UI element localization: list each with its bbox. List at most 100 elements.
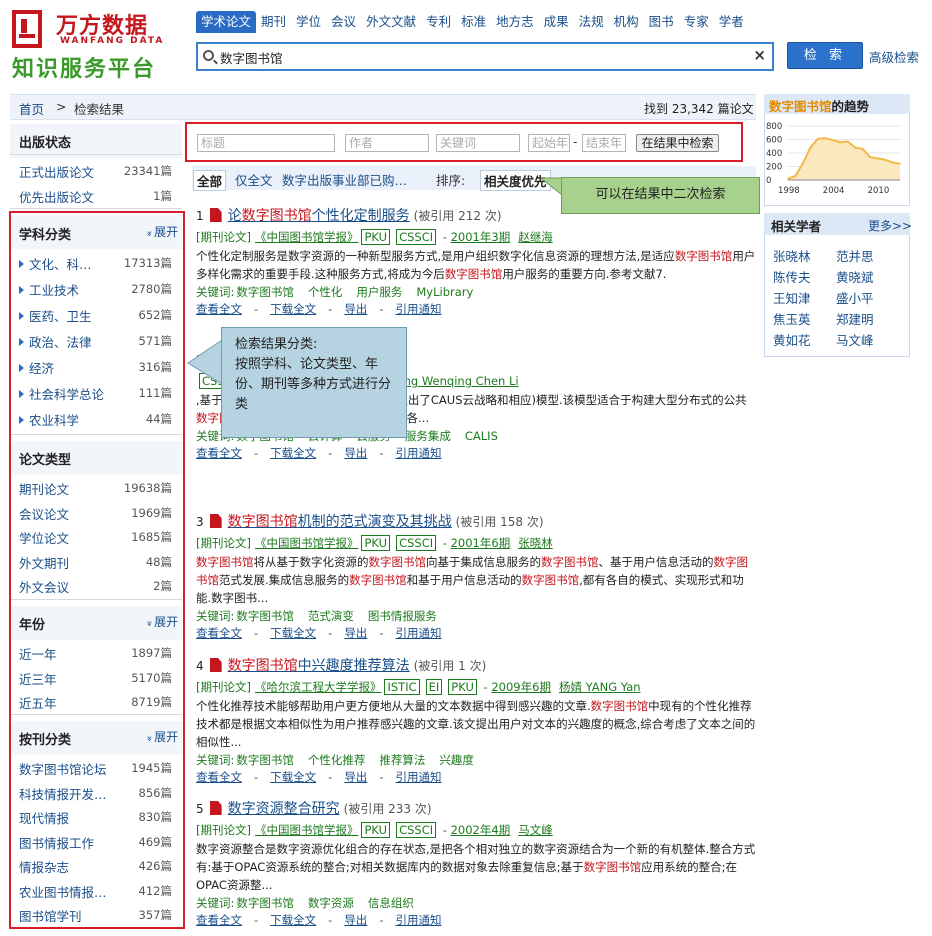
issue-link[interactable]: 2009年6期 — [491, 680, 551, 694]
keyword-link[interactable]: 个性化 — [308, 285, 343, 299]
view-fulltext-link[interactable]: 查看全文 — [196, 446, 242, 460]
view-fulltext-link[interactable]: 查看全文 — [196, 770, 242, 784]
citation-alert-link[interactable]: 引用通知 — [395, 913, 441, 927]
tab-12[interactable]: 专家 — [679, 11, 714, 33]
search-button[interactable]: 检 索 — [787, 42, 863, 69]
breadcrumb-home[interactable]: 首页 — [19, 99, 44, 118]
index-badge[interactable]: CSSCI — [396, 822, 437, 838]
index-badge[interactable]: PKU — [361, 822, 391, 838]
download-fulltext-link[interactable]: 下载全文 — [270, 770, 316, 784]
scholar-name-link[interactable]: 范并思 — [836, 246, 874, 265]
keyword-link[interactable]: 信息组织 — [368, 896, 414, 910]
index-badge[interactable]: PKU — [448, 679, 477, 695]
keyword-link[interactable]: MyLibrary — [416, 285, 473, 299]
index-badge[interactable]: PKU — [361, 229, 391, 245]
result-title-link[interactable]: 数字资源整合研究 — [228, 801, 340, 817]
scholars-more-link[interactable]: 更多>> — [868, 217, 912, 234]
keyword-link[interactable]: 推荐算法 — [379, 753, 425, 767]
clear-icon[interactable]: × — [753, 46, 766, 64]
filter-author-input[interactable]: 作者 — [345, 134, 429, 152]
keyword-link[interactable]: 用户服务 — [356, 285, 402, 299]
download-fulltext-link[interactable]: 下载全文 — [270, 913, 316, 927]
keyword-link[interactable]: 数字图书馆 — [236, 609, 294, 623]
citation-alert-link[interactable]: 引用通知 — [395, 446, 441, 460]
search-input[interactable] — [220, 47, 740, 67]
filter-title-input[interactable]: 标题 — [197, 134, 335, 152]
filter-end-year-input[interactable]: 结束年 — [582, 134, 626, 152]
advanced-search-link[interactable]: 高级检索 — [869, 47, 919, 66]
export-link[interactable]: 导出 — [344, 913, 367, 927]
tab-8[interactable]: 成果 — [539, 11, 574, 33]
status-item[interactable]: 优先出版论文 — [19, 187, 94, 206]
journal-link[interactable]: 《哈尔滨工程大学学报》 — [255, 680, 382, 694]
author-link[interactable]: 杨婧 YANG Yan — [559, 680, 641, 694]
pdf-icon[interactable] — [209, 514, 222, 528]
issue-link[interactable]: 2001年6期 — [451, 536, 511, 550]
export-link[interactable]: 导出 — [344, 626, 367, 640]
journal-link[interactable]: 《中国图书馆学报》 — [255, 823, 359, 837]
trend-chart[interactable]: 800 600 400 200 0 1998 2004 2010 — [764, 116, 910, 204]
view-fulltext-link[interactable]: 查看全文 — [196, 626, 242, 640]
tab-4[interactable]: 外文文献 — [361, 11, 421, 33]
result-title-link[interactable]: 论数字图书馆个性化定制服务 — [228, 208, 410, 224]
pdf-icon[interactable] — [209, 208, 222, 222]
scholar-name-link[interactable]: 马文峰 — [836, 330, 874, 349]
tab-2[interactable]: 学位 — [291, 11, 326, 33]
index-badge[interactable]: EI — [425, 679, 443, 695]
index-badge[interactable]: CSSCI — [396, 535, 437, 551]
tab-0[interactable]: 学术论文 — [196, 11, 257, 33]
export-link[interactable]: 导出 — [344, 770, 367, 784]
index-badge[interactable]: CSSCI — [396, 229, 437, 245]
search-within-results-button[interactable]: 在结果中检索 — [636, 134, 719, 152]
keyword-link[interactable]: 数字图书馆 — [236, 753, 294, 767]
download-fulltext-link[interactable]: 下载全文 — [270, 302, 316, 316]
index-badge[interactable]: ISTIC — [384, 679, 420, 695]
filter-start-year-input[interactable]: 起始年 — [528, 134, 570, 152]
scholar-name-link[interactable]: 焦玉英 — [773, 309, 811, 328]
download-fulltext-link[interactable]: 下载全文 — [270, 446, 316, 460]
index-badge[interactable]: PKU — [361, 535, 391, 551]
keyword-link[interactable]: CALIS — [465, 429, 498, 443]
result-title-link[interactable]: 数字图书馆中兴趣度推荐算法 — [228, 658, 410, 674]
journal-link[interactable]: 《中国图书馆学报》 — [255, 230, 359, 244]
tab-5[interactable]: 专利 — [421, 11, 456, 33]
status-item[interactable]: 正式出版论文 — [19, 162, 94, 181]
view-fulltext-link[interactable]: 查看全文 — [196, 913, 242, 927]
download-fulltext-link[interactable]: 下载全文 — [270, 626, 316, 640]
tab-all[interactable]: 全部 — [193, 170, 227, 191]
export-link[interactable]: 导出 — [344, 302, 367, 316]
pdf-icon[interactable] — [209, 801, 222, 815]
tab-fulltext-only[interactable]: 仅全文 — [235, 170, 273, 189]
keyword-link[interactable]: 服务集成 — [405, 429, 451, 443]
keyword-link[interactable]: 范式演变 — [308, 609, 354, 623]
keyword-link[interactable]: 图书情报服务 — [368, 609, 437, 623]
scholar-name-link[interactable]: 张晓林 — [773, 246, 811, 265]
scholar-name-link[interactable]: 黄如花 — [773, 330, 811, 349]
keyword-link[interactable]: 兴趣度 — [439, 753, 474, 767]
issue-link[interactable]: 2002年4期 — [451, 823, 511, 837]
author-link[interactable]: 张晓林 — [518, 536, 553, 550]
journal-link[interactable]: 《中国图书馆学报》 — [255, 536, 359, 550]
scholar-name-link[interactable]: 郑建明 — [836, 309, 874, 328]
citation-alert-link[interactable]: 引用通知 — [395, 302, 441, 316]
pdf-icon[interactable] — [209, 658, 222, 672]
scholar-name-link[interactable]: 盛小平 — [836, 288, 874, 307]
view-fulltext-link[interactable]: 查看全文 — [196, 302, 242, 316]
export-link[interactable]: 导出 — [344, 446, 367, 460]
wanfang-logo-icon[interactable] — [12, 10, 42, 48]
tab-9[interactable]: 法规 — [574, 11, 609, 33]
author-link[interactable]: 马文峰 — [518, 823, 553, 837]
tab-7[interactable]: 地方志 — [491, 11, 539, 33]
author-link[interactable]: 赵继海 — [518, 230, 553, 244]
tab-3[interactable]: 会议 — [326, 11, 361, 33]
keyword-link[interactable]: 数字图书馆 — [236, 285, 294, 299]
tab-purchased[interactable]: 数字出版事业部已购… — [282, 170, 407, 189]
filter-keyword-input[interactable]: 关键词 — [436, 134, 520, 152]
tab-1[interactable]: 期刊 — [256, 11, 291, 33]
keyword-link[interactable]: 个性化推荐 — [308, 753, 366, 767]
tab-10[interactable]: 机构 — [609, 11, 644, 33]
keyword-link[interactable]: 数字图书馆 — [236, 896, 294, 910]
tab-6[interactable]: 标准 — [456, 11, 491, 33]
scholar-name-link[interactable]: 陈传夫 — [773, 267, 811, 286]
issue-link[interactable]: 2001年3期 — [451, 230, 511, 244]
